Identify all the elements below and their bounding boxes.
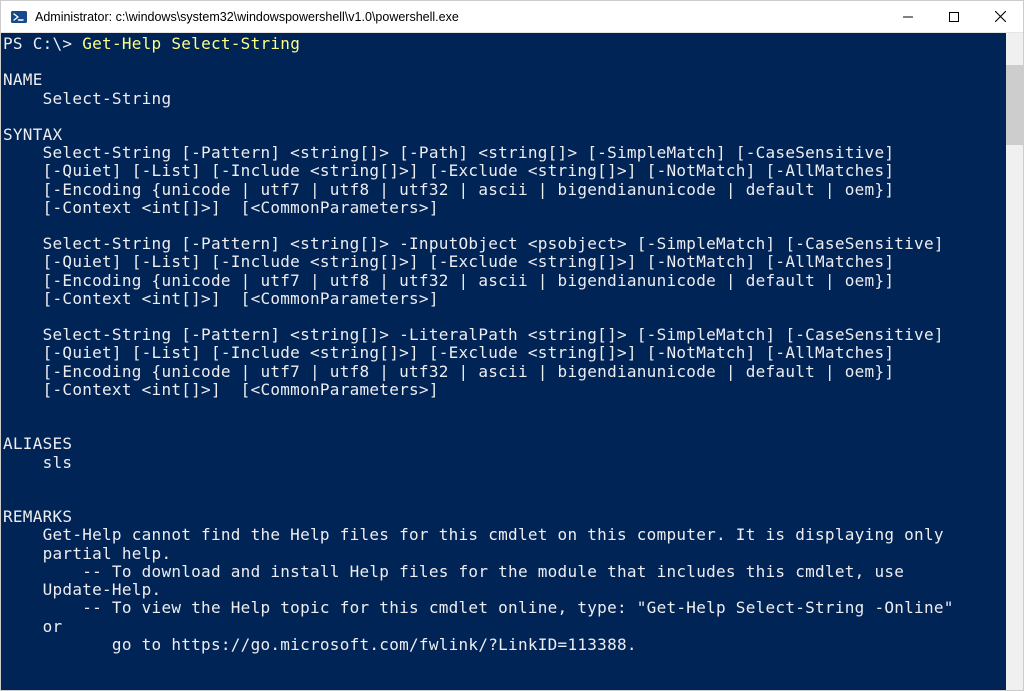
output-line: [-Encoding {unicode | utf7 | utf8 | utf3… (3, 362, 894, 381)
prompt: PS C:\> (3, 689, 72, 690)
console-area: PS C:\> Get-Help Select-String NAME Sele… (1, 33, 1023, 690)
console-output[interactable]: PS C:\> Get-Help Select-String NAME Sele… (1, 33, 1006, 690)
output-line: Get-Help cannot find the Help files for … (3, 525, 944, 544)
prompt: PS C:\> (3, 34, 72, 53)
output-line: -- To download and install Help files fo… (3, 562, 904, 581)
output-line: [-Context <int[]>] [<CommonParameters>] (3, 380, 439, 399)
command-text: Get-Help Select-String (82, 34, 300, 53)
output-line: go to https://go.microsoft.com/fwlink/?L… (3, 635, 637, 654)
powershell-icon (11, 9, 27, 25)
output-line: Select-String [-Pattern] <string[]> -Inp… (3, 234, 944, 253)
output-line: partial help. (3, 544, 171, 563)
scrollbar-thumb[interactable] (1006, 65, 1023, 145)
output-line: Update-Help. (3, 580, 161, 599)
output-line: SYNTAX (3, 125, 62, 144)
output-line: NAME (3, 70, 43, 89)
output-line: -- To view the Help topic for this cmdle… (3, 598, 954, 617)
minimize-button[interactable] (885, 1, 931, 32)
window-title: Administrator: c:\windows\system32\windo… (35, 10, 885, 24)
output-line: [-Context <int[]>] [<CommonParameters>] (3, 289, 439, 308)
output-line: or (3, 617, 62, 636)
output-line: [-Encoding {unicode | utf7 | utf8 | utf3… (3, 180, 894, 199)
maximize-button[interactable] (931, 1, 977, 32)
output-line: [-Quiet] [-List] [-Include <string[]>] [… (3, 343, 894, 362)
output-line: [-Quiet] [-List] [-Include <string[]>] [… (3, 161, 894, 180)
output-line: [-Encoding {unicode | utf7 | utf8 | utf3… (3, 271, 894, 290)
output-line: REMARKS (3, 507, 72, 526)
close-button[interactable] (977, 1, 1023, 32)
output-line: ALIASES (3, 434, 72, 453)
output-line: Select-String [-Pattern] <string[]> [-Pa… (3, 143, 894, 162)
output-line: sls (3, 453, 72, 472)
window-controls (885, 1, 1023, 32)
titlebar: Administrator: c:\windows\system32\windo… (1, 1, 1023, 33)
output-line: Select-String [-Pattern] <string[]> -Lit… (3, 325, 944, 344)
output-line: [-Quiet] [-List] [-Include <string[]>] [… (3, 252, 894, 271)
output-line: [-Context <int[]>] [<CommonParameters>] (3, 198, 439, 217)
output-line: Select-String (3, 89, 171, 108)
vertical-scrollbar[interactable] (1006, 33, 1023, 690)
